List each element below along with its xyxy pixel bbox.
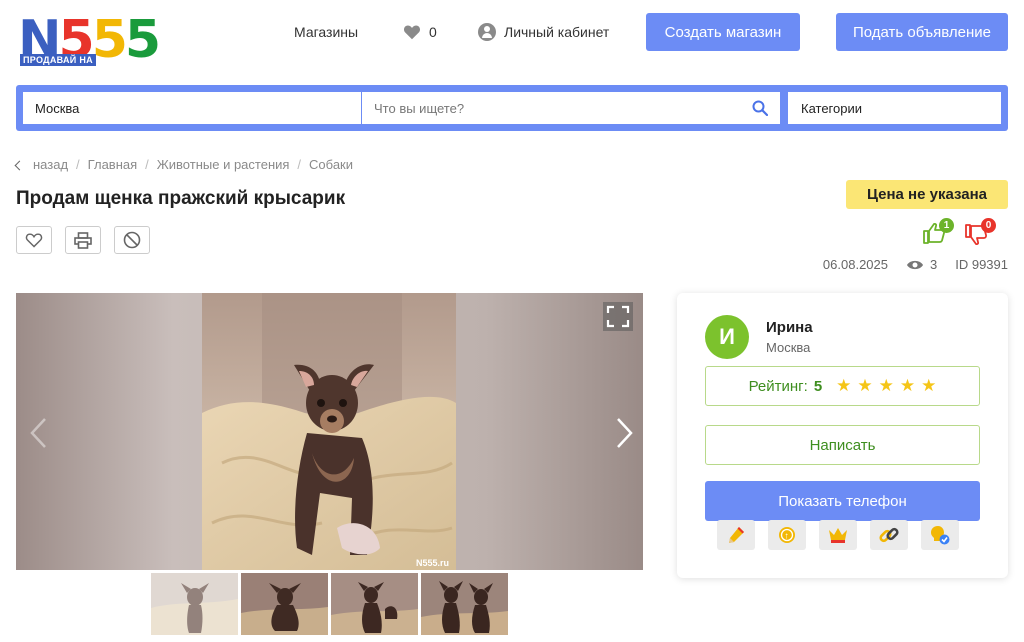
nav-shops-link[interactable]: Магазины <box>294 14 358 50</box>
print-button[interactable] <box>65 226 101 254</box>
listing-actions <box>16 226 150 254</box>
post-ad-button[interactable]: Подать объявление <box>836 13 1008 51</box>
rating-label: Рейтинг: <box>748 377 808 395</box>
coin-icon: ↑ <box>779 527 795 543</box>
photo-gallery: N555.ru <box>16 293 643 570</box>
avatar[interactable]: И <box>705 315 749 359</box>
promo-services: ↑ <box>717 520 959 550</box>
promo-crown-button[interactable] <box>819 520 857 550</box>
personal-cabinet-label: Личный кабинет <box>504 24 610 40</box>
dislikes-count: 0 <box>981 218 996 233</box>
thumbnail[interactable] <box>331 573 418 635</box>
user-icon <box>478 23 496 41</box>
seller-city: Москва <box>766 340 811 355</box>
breadcrumb-item-animals[interactable]: Животные и растения <box>157 157 290 172</box>
show-phone-button[interactable]: Показать телефон <box>705 481 980 521</box>
search-input[interactable] <box>362 92 742 124</box>
star-icon: ★ <box>857 376 873 395</box>
votes: 1 0 <box>920 218 996 246</box>
crown-icon <box>829 528 847 543</box>
seller-name[interactable]: Ирина <box>766 319 813 336</box>
price-badge: Цена не указана <box>846 180 1008 209</box>
promo-coin-button[interactable]: ↑ <box>768 520 806 550</box>
listing-meta: 06.08.2025 3 ID 99391 <box>823 257 1008 272</box>
star-icon: ★ <box>836 376 852 395</box>
star-icon: ★ <box>878 376 894 395</box>
promo-highlight-button[interactable] <box>921 520 959 550</box>
listing-title: Продам щенка пражский крысарик <box>16 188 346 209</box>
listing-id: ID 99391 <box>955 257 1008 272</box>
site-logo[interactable]: N555 ПРОДАВАЙ НА <box>18 12 178 68</box>
svg-text:↑: ↑ <box>784 531 789 541</box>
like-button[interactable]: 1 <box>920 218 954 244</box>
thumbnail[interactable] <box>421 573 508 635</box>
photo-watermark: N555.ru <box>416 558 449 568</box>
listing-date: 06.08.2025 <box>822 257 888 272</box>
logo-tagline: ПРОДАВАЙ НА <box>20 54 96 66</box>
likes-count: 1 <box>939 218 954 233</box>
search-icon[interactable] <box>752 100 768 116</box>
fullscreen-icon[interactable] <box>603 302 633 331</box>
write-message-button[interactable]: Написать <box>705 425 980 465</box>
search-query-box <box>362 92 780 124</box>
printer-icon <box>74 231 92 249</box>
dislike-button[interactable]: 0 <box>962 218 996 246</box>
categories-select[interactable]: Категории <box>788 92 1001 124</box>
heart-icon <box>403 25 421 40</box>
promo-pencil-button[interactable] <box>717 520 755 550</box>
prev-photo-arrow-icon[interactable] <box>28 417 50 449</box>
thumbnail[interactable] <box>151 573 238 635</box>
create-shop-button[interactable]: Создать магазин <box>646 13 800 51</box>
eye-icon <box>907 260 923 269</box>
breadcrumb-item-dogs[interactable]: Собаки <box>309 157 353 172</box>
star-icon: ★ <box>899 376 916 395</box>
rating-value: 5 <box>813 377 823 395</box>
main-photo[interactable]: N555.ru <box>202 293 456 570</box>
breadcrumb: назад / Главная / Животные и растения / … <box>14 157 353 172</box>
favorite-button[interactable] <box>16 226 52 254</box>
back-link[interactable]: назад <box>33 157 68 172</box>
next-photo-arrow-icon[interactable] <box>613 417 635 449</box>
bulb-check-icon <box>931 526 950 545</box>
breadcrumb-item-home[interactable]: Главная <box>88 157 137 172</box>
views: 3 <box>906 257 937 272</box>
pencil-icon <box>729 527 744 543</box>
personal-cabinet-link[interactable]: Личный кабинет <box>478 14 609 50</box>
thumbnail[interactable] <box>241 573 328 635</box>
seller-rating[interactable]: Рейтинг: 5 ★ ★ ★ ★ ★ <box>705 366 980 406</box>
breadcrumb-separator: / <box>297 157 302 172</box>
chevron-left-icon <box>14 160 25 170</box>
city-select[interactable]: Москва <box>23 92 361 124</box>
promo-link-button[interactable] <box>870 520 908 550</box>
favorites-link[interactable]: 0 <box>403 14 437 50</box>
seller-card: И Ирина Москва Рейтинг: 5 ★ ★ ★ ★ ★ Напи… <box>677 293 1008 578</box>
block-icon <box>123 231 141 249</box>
thumbnail-strip <box>151 573 508 635</box>
link-icon <box>879 527 899 543</box>
breadcrumb-separator: / <box>145 157 149 172</box>
breadcrumb-separator: / <box>76 157 80 172</box>
views-count: 3 <box>930 257 938 272</box>
favorites-count: 0 <box>429 24 437 40</box>
report-button[interactable] <box>114 226 150 254</box>
star-icon: ★ <box>921 376 937 395</box>
heart-icon <box>25 233 43 248</box>
